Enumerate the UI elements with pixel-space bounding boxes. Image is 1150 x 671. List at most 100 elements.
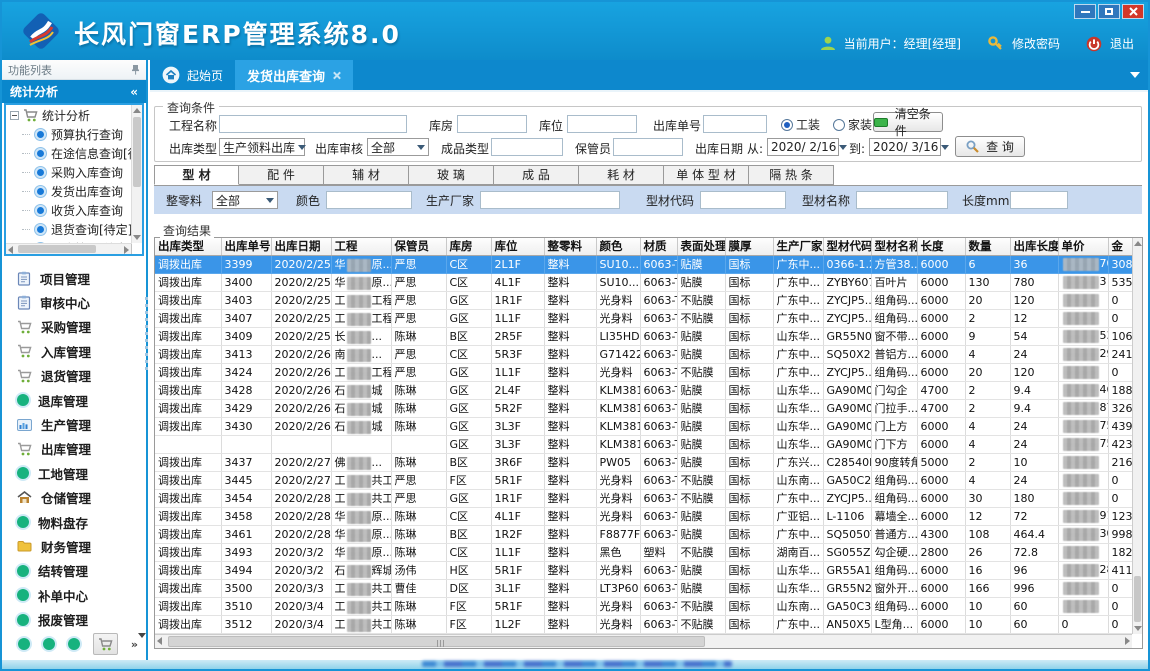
table-row-9[interactable]: 调拨出库34302020/2/26石城陈琳G区3L3F整料KLM38176063… [155,417,1132,435]
table-row-4[interactable]: 调拨出库34092020/2/25长...陈琳B区2R5F整料LI35HD606… [155,327,1132,345]
product-type-input[interactable] [491,138,563,156]
column-header-7[interactable]: 整零料 [544,238,596,255]
table-row-14[interactable]: 调拨出库34582020/2/28华原...陈琳C区4L1F整料光身料6063-… [155,507,1132,525]
tree-item-4[interactable]: 收货入库查询 [6,201,142,220]
clear-conditions-button[interactable]: 清空条件 [873,112,943,132]
material-tab-4[interactable]: 成 品 [494,165,579,185]
table-row-8[interactable]: 调拨出库34292020/2/26石城陈琳G区5R2F整料KLM38176063… [155,399,1132,417]
column-header-16[interactable]: 数量 [965,238,1010,255]
profile-name-input[interactable] [856,191,948,209]
date-from-picker[interactable]: 2020/ 2/16 [767,138,839,156]
pin-icon[interactable] [131,64,140,75]
sidebar-item-11[interactable]: 财务管理 [2,534,146,558]
sidebar-item-10[interactable]: 物料盘存 [2,510,146,534]
column-header-3[interactable]: 工程 [331,238,391,255]
material-tab-5[interactable]: 耗 材 [579,165,664,185]
collapse-icon[interactable]: « [130,85,138,99]
sidebar-item-7[interactable]: 出库管理 [2,437,146,461]
column-header-9[interactable]: 材质 [640,238,677,255]
sidebar-item-6[interactable]: 生产管理 [2,412,146,436]
material-tab-1[interactable]: 配 件 [239,165,324,185]
table-row-13[interactable]: 调拨出库34542020/2/28工共工程严思G区1R1F整料光身料6063-T… [155,489,1132,507]
table-row-11[interactable]: 调拨出库34372020/2/27佛...陈琳B区3R6F整料PW056063-… [155,453,1132,471]
table-row-10[interactable]: G区3L3F整料KLM38176063-T5贴膜国标山东华...GA90M09.… [155,435,1132,453]
tab-home[interactable]: 起始页 [150,60,235,90]
more-buttons-chevron[interactable]: » [131,640,146,649]
column-header-13[interactable]: 型材代码 [823,238,871,255]
keeper-input[interactable] [613,138,683,156]
sidebar-item-2[interactable]: 采购管理 [2,315,146,339]
column-header-4[interactable]: 保管员 [391,238,446,255]
column-header-5[interactable]: 库房 [446,238,491,255]
material-tab-0[interactable]: 型 材 [154,165,239,185]
splitter-handle[interactable] [145,297,148,372]
date-to-picker[interactable]: 2020/ 3/16 [869,138,941,156]
column-header-11[interactable]: 膜厚 [725,238,773,255]
out-type-select[interactable]: 生产领料出库 [219,138,305,156]
dot-icon[interactable] [43,638,55,650]
tab-shipment-query[interactable]: 发货出库查询 [235,60,353,90]
sidebar-item-5[interactable]: 退库管理 [2,388,146,412]
profile-code-input[interactable] [700,191,786,209]
column-header-17[interactable]: 出库长度 [1010,238,1058,255]
material-tab-6[interactable]: 单 体 型 材 [664,165,749,185]
project-name-input[interactable] [219,115,407,133]
cart-shortcut-button[interactable] [93,633,118,655]
tree-item-2[interactable]: 采购入库查询 [6,163,142,182]
sidebar-item-14[interactable]: 报废管理 [2,607,146,627]
table-row-1[interactable]: 调拨出库34002020/2/25华原...严思C区4L1F整料SU10...6… [155,273,1132,291]
table-row-5[interactable]: 调拨出库34132020/2/26南...严思C区5R3F整料G71422606… [155,345,1132,363]
sidebar-item-3[interactable]: 入库管理 [2,339,146,363]
grid-vertical-scrollbar[interactable] [1132,238,1142,634]
column-header-6[interactable]: 库位 [491,238,544,255]
table-row-18[interactable]: 调拨出库35002020/3/3工共工程曹佳D区3L1F整料LT3P606063… [155,579,1132,597]
column-header-15[interactable]: 长度 [917,238,965,255]
table-row-16[interactable]: 调拨出库34932020/3/2华原...陈琳C区1L1F整料黑色塑料不贴膜国标… [155,543,1132,561]
column-header-19[interactable]: 金 [1108,238,1132,255]
column-header-14[interactable]: 型材名称 [871,238,917,255]
column-header-10[interactable]: 表面处理 [677,238,725,255]
column-header-12[interactable]: 生产厂家 [773,238,823,255]
table-row-17[interactable]: 调拨出库34942020/3/2石辉城汤伟H区5R1F整料光身料6063-T5贴… [155,561,1132,579]
order-no-input[interactable] [703,115,767,133]
table-row-2[interactable]: 调拨出库34032020/2/25工工程严思G区1R1F整料光身料6063-T5… [155,291,1132,309]
sidebar-item-9[interactable]: 仓储管理 [2,486,146,510]
sidebar-item-0[interactable]: 项目管理 [2,266,146,290]
tree-root[interactable]: 统计分析 [6,105,142,125]
tab-close-icon[interactable] [332,71,341,80]
length-input[interactable] [1010,191,1068,209]
sidebar-item-12[interactable]: 结转管理 [2,559,146,583]
warehouse-input[interactable] [457,115,527,133]
material-tab-7[interactable]: 隔 热 条 [749,165,834,185]
grid-horizontal-scrollbar[interactable] [155,634,1132,648]
dot-icon[interactable] [68,638,80,650]
tree-item-1[interactable]: 在途信息查询[待 [6,144,142,163]
dot-icon[interactable] [18,638,30,650]
expander-icon[interactable] [10,111,19,120]
tree-item-3[interactable]: 发货出库查询 [6,182,142,201]
maximize-button[interactable] [1098,4,1120,19]
logout-link[interactable]: 退出 [1110,35,1134,52]
column-header-2[interactable]: 出库日期 [271,238,331,255]
sidebar-item-1[interactable]: 审核中心 [2,290,146,314]
change-password-link[interactable]: 修改密码 [1012,35,1060,52]
column-header-0[interactable]: 出库类型 [155,238,221,255]
table-row-7[interactable]: 调拨出库34282020/2/26石城陈琳G区2L4F整料KLM38176063… [155,381,1132,399]
material-tab-3[interactable]: 玻 璃 [409,165,494,185]
table-row-3[interactable]: 调拨出库34072020/2/25工工程严思G区1L1F整料光身料6063-T5… [155,309,1132,327]
sidebar-section-header[interactable]: 统计分析 « [2,80,146,103]
column-header-18[interactable]: 单价 [1058,238,1108,255]
audit-select[interactable]: 全部 [367,138,429,156]
tree-item-5[interactable]: 退货查询[待定] [6,220,142,239]
sidebar-item-4[interactable]: 退货管理 [2,364,146,388]
radio-gongzhuang[interactable]: 工装 [781,116,820,133]
table-row-19[interactable]: 调拨出库35102020/3/4工共工程陈琳F区5R1F整料光身料6063-T5… [155,597,1132,615]
table-row-6[interactable]: 调拨出库34242020/2/26工工程严思G区1L1F整料光身料6063-T5… [155,363,1132,381]
tab-list-caret-icon[interactable] [1130,72,1140,78]
column-header-8[interactable]: 颜色 [596,238,640,255]
table-row-0[interactable]: 调拨出库33992020/2/25华原...严思C区2L1F整料SU10...6… [155,255,1132,273]
whole-piece-select[interactable]: 全部 [212,191,278,209]
column-header-1[interactable]: 出库单号 [221,238,271,255]
table-row-20[interactable]: 调拨出库35122020/3/4工共工程陈琳F区1L2F整料光身料6063-T5… [155,615,1132,633]
sidebar-item-8[interactable]: 工地管理 [2,461,146,485]
